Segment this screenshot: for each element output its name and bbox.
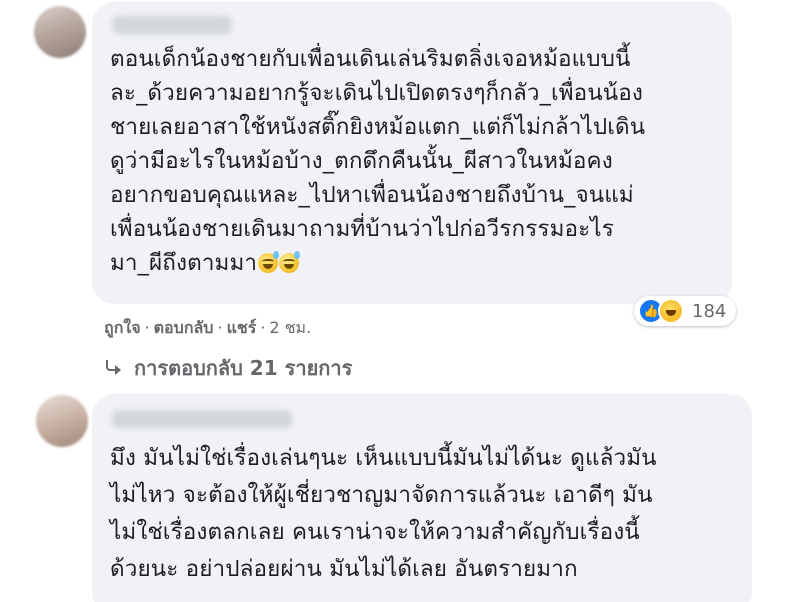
comment-text-line: ไม่ใช่เรื่องตลกเลย คนเราน่าจะให้ความสำคั… — [110, 519, 640, 545]
comment-text-line: ชายเลยอาสาใช้หนังสติ๊กยิงหม้อแตก_แต่ก็ไม… — [110, 114, 646, 140]
reply-button[interactable]: ตอบกลับ — [154, 318, 214, 337]
comment-text-line: ดูว่ามีอะไรในหม้อบ้าง_ตกดึกคืนนั้น_ผีสาว… — [110, 148, 613, 174]
replies-label: การตอบกลับ 21 รายการ — [134, 356, 353, 380]
share-button[interactable]: แชร์ — [227, 318, 257, 337]
comment-text-line-last: มา_ผีถึงตามมา — [110, 246, 714, 280]
grinning-sweat-face-icon — [279, 251, 301, 273]
comment-text-line: ตอนเด็กน้องชายกับเพื่อนเดินเล่นริมตลิ่งเ… — [110, 46, 631, 72]
reaction-count: 184 — [692, 300, 727, 322]
grinning-sweat-face-icon — [258, 251, 280, 273]
view-replies-link[interactable]: การตอบกลับ 21 รายการ — [104, 352, 352, 384]
comment-text-line: อยากขอบคุณแหละ_ไปหาเพื่อนน้องชายถึงบ้าน_… — [110, 182, 634, 208]
reaction-summary[interactable]: 👍 184 — [634, 296, 737, 326]
author-name-blurred[interactable] — [112, 410, 292, 428]
separator-dot: · — [217, 318, 223, 337]
comment-text-line: เพื่อนน้องชายเดินมาถามที่บ้านว่าไปก่อวีร… — [110, 216, 614, 242]
comment-text-line: ไม่ไหว จะต้องให้ผู้เชี่ยวชาญมาจัดการแล้ว… — [110, 482, 653, 508]
reply-arrow-icon — [104, 359, 122, 377]
haha-icon — [658, 298, 684, 324]
like-button[interactable]: ถูกใจ — [104, 318, 141, 337]
timestamp[interactable]: 2 ชม. — [269, 318, 311, 337]
comment-text-line: ด้วยนะ อย่าปล่อยผ่าน มันไม่ได้เลย อันตรา… — [110, 556, 578, 582]
avatar[interactable] — [34, 6, 86, 58]
comment-text-line: มึง มันไม่ใช่เรื่องเล่นๆนะ เห็นแบบนี้มัน… — [110, 445, 657, 471]
comment-actions: ถูกใจ · ตอบกลับ · แชร์ · 2 ชม. — [104, 316, 311, 341]
comments-section: ตอนเด็กน้องชายกับเพื่อนเดินเล่นริมตลิ่งเ… — [0, 0, 800, 602]
comment-text-line: ละ_ด้วยความอยากรู้จะเดินไปเปิดตรงๆก็กลัว… — [110, 80, 643, 106]
author-name-blurred[interactable] — [112, 16, 232, 34]
comment-bubble: ตอนเด็กน้องชายกับเพื่อนเดินเล่นริมตลิ่งเ… — [92, 2, 732, 304]
avatar[interactable] — [36, 395, 88, 447]
comment-bubble: มึง มันไม่ใช่เรื่องเล่นๆนะ เห็นแบบนี้มัน… — [92, 394, 752, 602]
separator-dot: · — [144, 318, 150, 337]
comment-text-span: มา_ผีถึงตามมา — [110, 250, 258, 276]
separator-dot: · — [260, 318, 266, 337]
